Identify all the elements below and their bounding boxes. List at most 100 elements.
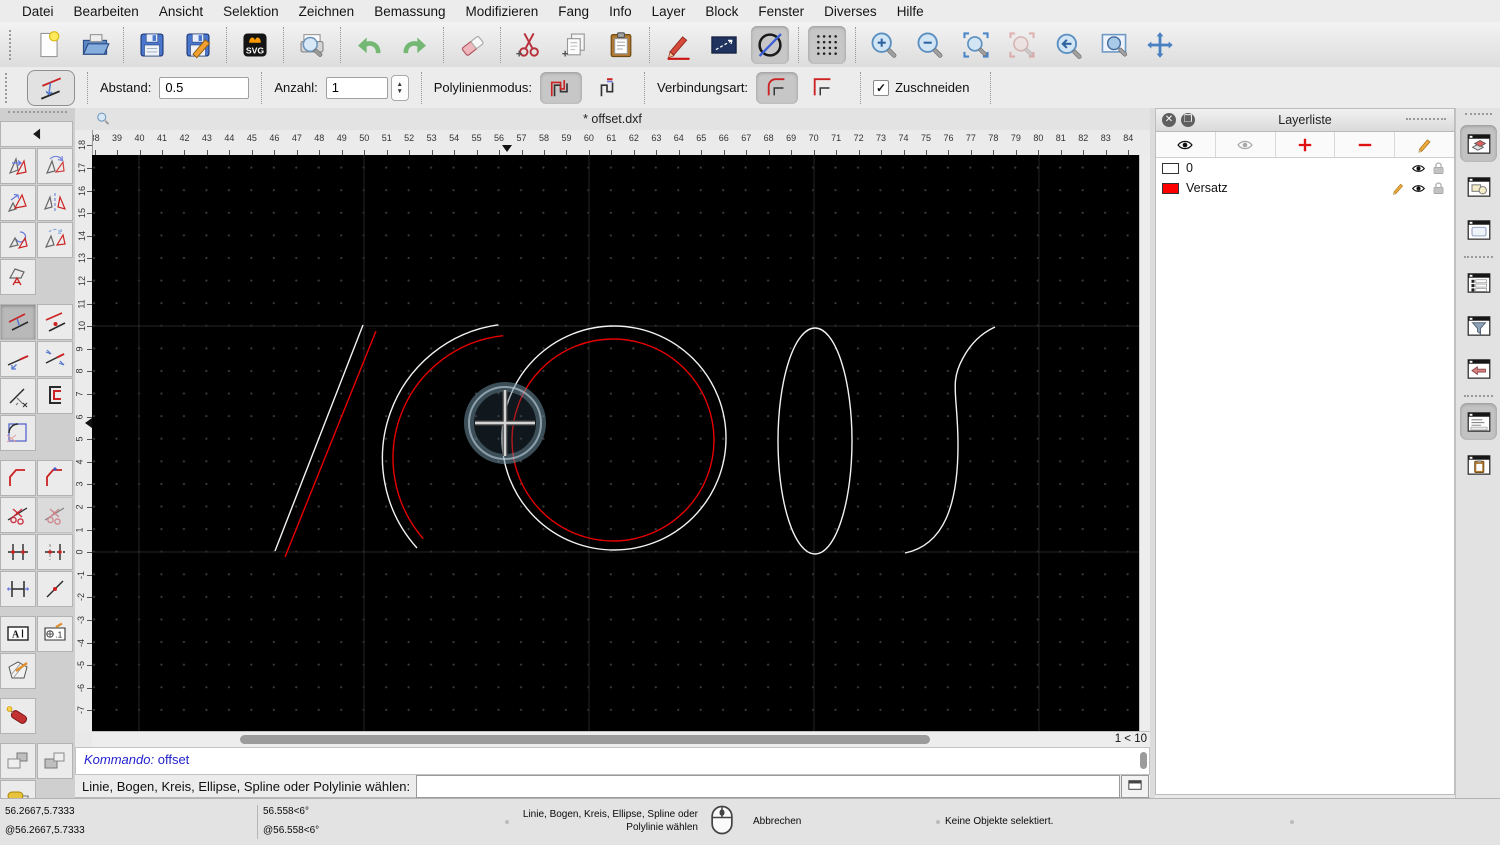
tool-reverse-button[interactable] <box>0 259 36 295</box>
tool-scale-button[interactable] <box>0 185 36 221</box>
tool-polyline-equidistant-button[interactable] <box>37 378 73 414</box>
zoom-in-button[interactable] <box>865 26 903 64</box>
entity-line-1[interactable] <box>284 330 377 558</box>
document-titlebar[interactable]: * offset.dxf <box>75 108 1150 131</box>
tool-rotate-button[interactable] <box>37 148 73 184</box>
undo-button[interactable] <box>350 26 388 64</box>
menu-item-layer[interactable]: Layer <box>642 4 696 19</box>
layer-list-panel-button[interactable] <box>1460 125 1497 162</box>
dock-drag-handle[interactable] <box>1465 113 1492 119</box>
tool-rotate-two-button[interactable] <box>37 222 73 258</box>
open-file-button[interactable] <box>76 26 114 64</box>
count-input[interactable] <box>325 76 388 99</box>
tool-explode-button[interactable] <box>0 698 36 734</box>
menu-item-ansicht[interactable]: Ansicht <box>149 4 213 19</box>
tool-dimension-edit-button[interactable]: .1 <box>37 616 73 652</box>
entity-ellipse-6[interactable] <box>777 327 853 555</box>
tool-lengthen-button[interactable] <box>0 378 36 414</box>
tool-order-send-back-button[interactable] <box>0 743 36 779</box>
new-file-button[interactable] <box>30 26 68 64</box>
layer-color-swatch[interactable] <box>1162 162 1179 174</box>
tool-move-rotate-button[interactable] <box>0 222 36 258</box>
tool-move-button[interactable] <box>0 148 36 184</box>
menu-item-fang[interactable]: Fang <box>548 4 599 19</box>
menu-item-modifizieren[interactable]: Modifizieren <box>456 4 549 19</box>
command-input[interactable] <box>416 774 1120 798</box>
tool-order-bring-front-button[interactable] <box>37 743 73 779</box>
block-list-panel-button[interactable] <box>1460 168 1497 205</box>
command-line-panel-button[interactable] <box>1460 403 1497 440</box>
show-all-eye-button[interactable] <box>1156 132 1216 157</box>
stepper-up-icon[interactable]: ▲ <box>396 81 402 88</box>
tool-trim-two-button[interactable] <box>37 341 73 377</box>
zoom-window-button[interactable] <box>1095 26 1133 64</box>
view-list-panel-button[interactable] <box>1460 211 1497 248</box>
zoom-previous-button[interactable] <box>1049 26 1087 64</box>
distance-input[interactable] <box>159 76 250 99</box>
measure-distance-button[interactable] <box>705 26 743 64</box>
trim-checkbox[interactable]: ✓ <box>873 79 890 96</box>
close-icon[interactable]: ✕ <box>1162 113 1176 127</box>
zoom-auto-button[interactable] <box>957 26 995 64</box>
add-layer-plus-button[interactable] <box>1276 132 1336 157</box>
paste-button[interactable] <box>602 26 640 64</box>
tool-divide-button[interactable] <box>0 497 36 533</box>
polyline-mode-join-toggle[interactable] <box>586 72 628 104</box>
cut-button[interactable] <box>510 26 548 64</box>
copy-button[interactable] <box>556 26 594 64</box>
clipboard-panel-button[interactable] <box>1460 446 1497 483</box>
svg-export-button[interactable]: SVG <box>236 26 274 64</box>
layer-visibility-eye-icon[interactable] <box>1408 161 1428 176</box>
restrict-off-button[interactable] <box>751 25 789 64</box>
history-scroll-thumb[interactable] <box>1140 752 1147 769</box>
edit-layer-pencil-button[interactable] <box>1395 132 1454 157</box>
command-history[interactable]: Kommando: offset <box>75 747 1150 775</box>
menu-item-datei[interactable]: Datei <box>12 4 64 19</box>
print-preview-button[interactable] <box>293 26 331 64</box>
polyline-mode-separate-toggle[interactable] <box>539 71 582 104</box>
menu-item-hilfe[interactable]: Hilfe <box>887 4 934 19</box>
command-detach-button[interactable] <box>1121 774 1149 798</box>
layer-row-Versatz[interactable]: Versatz <box>1156 178 1454 198</box>
tool-offset-point-button[interactable] <box>37 304 73 340</box>
zoom-out-button[interactable] <box>911 26 949 64</box>
menu-item-bearbeiten[interactable]: Bearbeiten <box>64 4 149 19</box>
layer-visibility-eye-icon[interactable] <box>1408 181 1428 196</box>
layer-panel-titlebar[interactable]: ✕ ❐ Layerliste <box>1156 109 1454 132</box>
tool-stretch-button[interactable] <box>0 571 36 607</box>
menu-item-bemassung[interactable]: Bemassung <box>364 4 455 19</box>
tool-break-remove-button[interactable] <box>0 534 36 570</box>
menu-item-diverses[interactable]: Diverses <box>814 4 887 19</box>
tool-offset-button[interactable] <box>0 304 36 340</box>
entity-path-7[interactable] <box>904 326 996 554</box>
tool-break-segment-button[interactable] <box>37 534 73 570</box>
current-tool-button[interactable] <box>27 69 75 106</box>
grid-button[interactable] <box>808 25 846 64</box>
drawing-canvas[interactable] <box>92 155 1139 731</box>
library-browser-panel-button[interactable] <box>1460 350 1497 387</box>
layer-lock-icon[interactable] <box>1428 161 1448 176</box>
horizontal-scroll-thumb[interactable] <box>240 735 930 744</box>
redo-button[interactable] <box>396 26 434 64</box>
tool-bevel-button[interactable] <box>0 460 36 496</box>
palette-drag-handle[interactable] <box>8 111 67 119</box>
save-as-button[interactable] <box>179 26 217 64</box>
count-stepper[interactable]: ▲ ▼ <box>390 74 409 101</box>
tool-back-arrow-button[interactable] <box>0 121 73 147</box>
tool-round-corner-button[interactable] <box>0 415 36 451</box>
toolbar-drag-handle[interactable] <box>5 72 12 103</box>
remove-layer-minus-button[interactable] <box>1335 132 1396 157</box>
join-miter-toggle[interactable] <box>802 72 844 104</box>
layer-row-0[interactable]: 0 <box>1156 158 1454 178</box>
toolbar-drag-handle[interactable] <box>9 29 16 60</box>
entity-line-0[interactable] <box>274 324 364 552</box>
stepper-down-icon[interactable]: ▼ <box>396 88 402 95</box>
tool-text-edit-button[interactable]: A <box>0 616 36 652</box>
layer-color-swatch[interactable] <box>1162 182 1179 194</box>
delete-eraser-button[interactable] <box>453 26 491 64</box>
join-round-toggle[interactable] <box>756 71 799 104</box>
save-button[interactable] <box>133 26 171 64</box>
panel-resize-handle[interactable] <box>1406 118 1446 120</box>
draw-pencil-button[interactable] <box>659 26 697 64</box>
menu-item-info[interactable]: Info <box>599 4 642 19</box>
